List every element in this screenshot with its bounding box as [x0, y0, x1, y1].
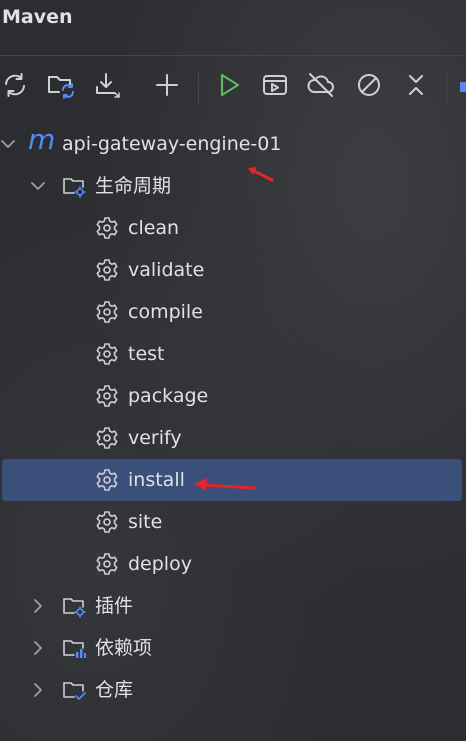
project-label: api-gateway-engine-01	[62, 133, 282, 155]
tree-item-lifecycle[interactable]: 生命周期	[0, 165, 466, 207]
gear-icon	[95, 510, 119, 534]
toolbar-separator	[446, 70, 447, 104]
goal-label: compile	[128, 301, 203, 323]
goal-validate[interactable]: validate	[0, 249, 466, 291]
overflow-icon[interactable]	[460, 82, 466, 92]
collapse-all-icon	[409, 75, 423, 95]
chevron-right-icon[interactable]	[30, 640, 46, 656]
chevron-down-icon[interactable]	[0, 136, 16, 152]
reload-button[interactable]	[0, 70, 30, 100]
goal-label: verify	[128, 427, 182, 449]
gear-icon	[95, 552, 119, 576]
plugins-folder-icon	[63, 598, 86, 618]
gear-icon	[95, 384, 119, 408]
goal-label: test	[128, 343, 165, 365]
dependencies-label: 依赖项	[95, 637, 153, 659]
offline-icon	[307, 73, 334, 97]
skip-tests-button[interactable]	[354, 70, 384, 100]
maven-toolbar	[0, 56, 466, 118]
chevron-down-icon[interactable]	[30, 178, 46, 194]
run-button[interactable]	[214, 70, 244, 100]
execute-goal-button[interactable]	[260, 70, 290, 100]
annotation-arrow	[194, 478, 256, 491]
goal-label: deploy	[128, 553, 192, 575]
maven-logo-icon: m	[28, 123, 56, 156]
plugins-label: 插件	[95, 595, 134, 617]
lifecycle-label: 生命周期	[95, 175, 172, 197]
goal-label: validate	[128, 259, 205, 281]
download-icon	[96, 73, 120, 98]
goal-package[interactable]: package	[0, 375, 466, 417]
annotation-arrow	[248, 167, 274, 182]
gear-icon	[95, 300, 119, 324]
repositories-label: 仓库	[95, 679, 134, 701]
offline-mode-button[interactable]	[306, 70, 336, 100]
goal-site[interactable]: site	[0, 501, 466, 543]
generate-sources-icon	[48, 76, 74, 99]
tree-item-dependencies[interactable]: 依赖项	[0, 627, 466, 669]
tree-item-project[interactable]: m api-gateway-engine-01	[0, 123, 466, 165]
goal-label: install	[128, 469, 185, 491]
panel-header: Maven	[0, 0, 466, 55]
download-button[interactable]	[93, 70, 123, 100]
chevron-right-icon[interactable]	[30, 682, 46, 698]
gear-icon	[95, 426, 119, 450]
tree-item-plugins[interactable]: 插件	[0, 585, 466, 627]
reload-icon	[5, 73, 25, 97]
goal-deploy[interactable]: deploy	[0, 543, 466, 585]
add-button[interactable]	[152, 70, 182, 100]
chevron-right-icon[interactable]	[30, 598, 46, 614]
execute-goal-icon	[263, 75, 287, 95]
add-icon	[156, 74, 178, 96]
goal-compile[interactable]: compile	[0, 291, 466, 333]
toolbar-separator	[198, 70, 199, 104]
dependencies-folder-icon	[63, 640, 86, 658]
run-icon	[220, 73, 240, 97]
goal-label: site	[128, 511, 163, 533]
collapse-all-button[interactable]	[401, 70, 431, 100]
goal-verify[interactable]: verify	[0, 417, 466, 459]
repositories-folder-icon	[63, 682, 86, 700]
goal-label: package	[128, 385, 209, 407]
gear-icon	[95, 342, 119, 366]
tree-item-repositories[interactable]: 仓库	[0, 669, 466, 711]
generate-sources-button[interactable]	[46, 70, 76, 100]
gear-icon	[95, 216, 119, 240]
skip-tests-icon	[358, 74, 380, 96]
goal-label: clean	[128, 217, 180, 239]
goal-test[interactable]: test	[0, 333, 466, 375]
gear-icon	[95, 468, 119, 492]
lifecycle-folder-icon	[63, 178, 86, 198]
gear-icon	[95, 258, 119, 282]
goal-clean[interactable]: clean	[0, 207, 466, 249]
panel-title: Maven	[2, 6, 73, 28]
